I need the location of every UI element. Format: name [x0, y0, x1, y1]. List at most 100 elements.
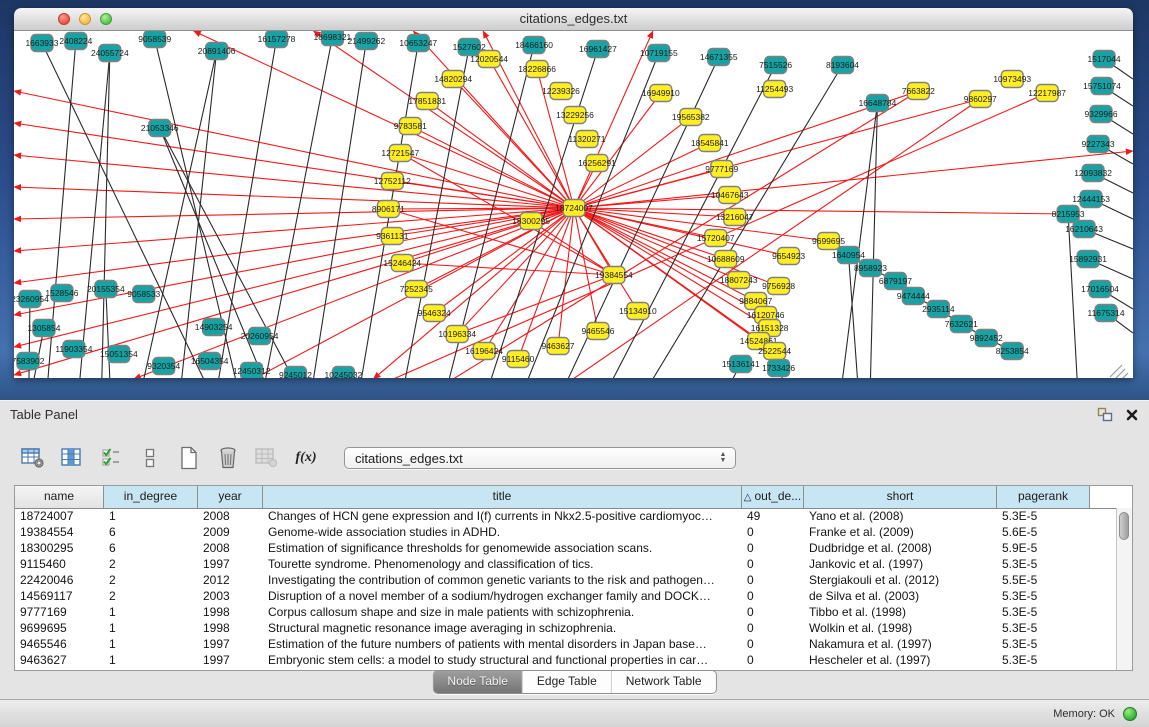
table-cell[interactable]: 2009: [198, 524, 263, 540]
table-cell[interactable]: Disruption of a novel member of a sodium…: [263, 588, 742, 604]
table-cell[interactable]: Tourette syndrome. Phenomenology and cla…: [263, 556, 742, 572]
table-row[interactable]: 1456911722003Disruption of a novel membe…: [15, 588, 1117, 604]
table-cell[interactable]: 1997: [198, 556, 263, 572]
table-row[interactable]: 946554611997Estimation of the future num…: [15, 636, 1117, 652]
table-cell[interactable]: 9463627: [15, 652, 104, 668]
graph-node[interactable]: 9361131: [376, 228, 409, 245]
graph-node[interactable]: 1305854: [27, 320, 60, 337]
graph-node[interactable]: 21499262: [348, 33, 386, 50]
graph-node[interactable]: 16504354: [191, 353, 229, 370]
table-cell[interactable]: Tibbo et al. (1998): [804, 604, 997, 620]
graph-node[interactable]: 9756928: [762, 278, 795, 295]
table-cell[interactable]: 0: [742, 652, 804, 668]
graph-node[interactable]: 9546324: [418, 305, 451, 322]
table-cell[interactable]: 6: [104, 524, 198, 540]
table-cell[interactable]: de Silva et al. (2003): [804, 588, 997, 604]
graph-node[interactable]: 20891406: [198, 43, 236, 60]
table-scrollbar-thumb[interactable]: [1119, 512, 1129, 540]
network-canvas[interactable]: 1663933240822424055724905853920891406161…: [14, 31, 1133, 378]
table-cell[interactable]: 9699695: [15, 620, 104, 636]
graph-node[interactable]: 10245032: [325, 367, 363, 379]
graph-node[interactable]: 18698321: [314, 31, 352, 46]
table-cell[interactable]: 0: [742, 540, 804, 556]
table-cell[interactable]: Corpus callosum shape and size in male p…: [263, 604, 742, 620]
table-cell[interactable]: 6: [104, 540, 198, 556]
delete-column-icon[interactable]: [215, 446, 241, 470]
graph-node[interactable]: 9058539: [138, 31, 171, 48]
table-cell[interactable]: 1997: [198, 636, 263, 652]
table-cell[interactable]: 14569117: [15, 588, 104, 604]
table-cell[interactable]: 1998: [198, 604, 263, 620]
table-cell[interactable]: 1: [104, 620, 198, 636]
graph-node[interactable]: 1528546: [45, 285, 78, 302]
table-cell[interactable]: 1998: [198, 620, 263, 636]
table-cell[interactable]: 9465546: [15, 636, 104, 652]
table-cell[interactable]: Investigating the contribution of common…: [263, 572, 742, 588]
table-cell[interactable]: 5.6E-5: [997, 524, 1090, 540]
graph-node[interactable]: 19565382: [672, 109, 710, 126]
graph-node[interactable]: 9115460: [502, 351, 535, 368]
graph-node[interactable]: 18466160: [515, 37, 553, 54]
table-cell[interactable]: 5.3E-5: [997, 620, 1090, 636]
column-header-name[interactable]: name: [15, 486, 104, 508]
table-cell[interactable]: 2008: [198, 540, 263, 556]
graph-node[interactable]: 21053346: [141, 120, 179, 137]
graph-node[interactable]: 15134910: [619, 303, 657, 320]
table-row[interactable]: 1872400712008Changes of HCN gene express…: [15, 508, 1117, 524]
table-cell[interactable]: 1997: [198, 652, 263, 668]
network-window-titlebar[interactable]: citations_edges.txt: [14, 8, 1133, 31]
graph-node[interactable]: 14903254: [195, 319, 233, 336]
graph-node[interactable]: 15051354: [100, 346, 138, 363]
table-cell[interactable]: 2012: [198, 572, 263, 588]
graph-node[interactable]: 9058533: [127, 286, 160, 303]
table-cell[interactable]: Yano et al. (2008): [804, 508, 997, 524]
column-header-in_degree[interactable]: in_degree: [104, 486, 198, 508]
graph-node[interactable]: 12721547: [381, 145, 419, 162]
table-cell[interactable]: 5.9E-5: [997, 540, 1090, 556]
table-cell[interactable]: 49: [742, 508, 804, 524]
table-row[interactable]: 1830029562008Estimation of significance …: [15, 540, 1117, 556]
table-cell[interactable]: Estimation of the future numbers of pati…: [263, 636, 742, 652]
graph-edge[interactable]: [843, 103, 878, 378]
table-cell[interactable]: Genome-wide association studies in ADHD.: [263, 524, 742, 540]
table-cell[interactable]: Dudbridge et al. (2008): [804, 540, 997, 556]
table-row[interactable]: 969969511998Structural magnetic resonanc…: [15, 620, 1117, 636]
function-builder-icon[interactable]: f(x): [293, 446, 319, 470]
graph-node[interactable]: 13229256: [556, 107, 594, 124]
table-cell[interactable]: 5.3E-5: [997, 636, 1090, 652]
graph-node[interactable]: 18300295: [512, 213, 550, 230]
graph-edge[interactable]: [42, 43, 204, 378]
table-cell[interactable]: 2: [104, 572, 198, 588]
graph-node[interactable]: 17016504: [1081, 281, 1119, 298]
table-row[interactable]: 1938455462009Genome-wide association stu…: [15, 524, 1117, 540]
table-row[interactable]: 911546021997Tourette syndrome. Phenomeno…: [15, 556, 1117, 572]
close-panel-icon[interactable]: [1125, 408, 1139, 427]
table-cell[interactable]: 5.5E-5: [997, 572, 1090, 588]
table-cell[interactable]: 1: [104, 652, 198, 668]
graph-node[interactable]: 24055724: [91, 45, 129, 62]
graph-node[interactable]: 7515526: [759, 57, 792, 74]
table-cell[interactable]: Jankovic et al. (1997): [804, 556, 997, 572]
graph-node[interactable]: 1733426: [762, 360, 795, 377]
table-cell[interactable]: 2008: [198, 508, 263, 524]
graph-node[interactable]: 9777169: [705, 161, 738, 178]
graph-node[interactable]: 19384554: [595, 267, 633, 284]
graph-node[interactable]: 14820294: [434, 71, 472, 88]
table-cell[interactable]: 1: [104, 636, 198, 652]
graph-edge[interactable]: [266, 37, 333, 378]
table-cell[interactable]: Nakamura et al. (1997): [804, 636, 997, 652]
graph-node[interactable]: 1517044: [1088, 51, 1121, 68]
table-cell[interactable]: 5.3E-5: [997, 604, 1090, 620]
graph-node[interactable]: 8906171: [372, 201, 405, 218]
table-cell[interactable]: 5.3E-5: [997, 508, 1090, 524]
tab-network-table[interactable]: Network Table: [611, 671, 716, 693]
graph-node[interactable]: 11903354: [55, 341, 92, 358]
table-row[interactable]: 2242004622012Investigating the contribut…: [15, 572, 1117, 588]
graph-edge[interactable]: [870, 103, 877, 378]
table-cell[interactable]: 0: [742, 556, 804, 572]
network-window[interactable]: citations_edges.txt 16639332408224240557…: [14, 8, 1133, 378]
graph-node[interactable]: 10196334: [438, 326, 476, 343]
graph-node[interactable]: 8253854: [996, 343, 1029, 360]
table-cell[interactable]: 9777169: [15, 604, 104, 620]
column-header-pagerank[interactable]: pagerank: [997, 486, 1090, 508]
